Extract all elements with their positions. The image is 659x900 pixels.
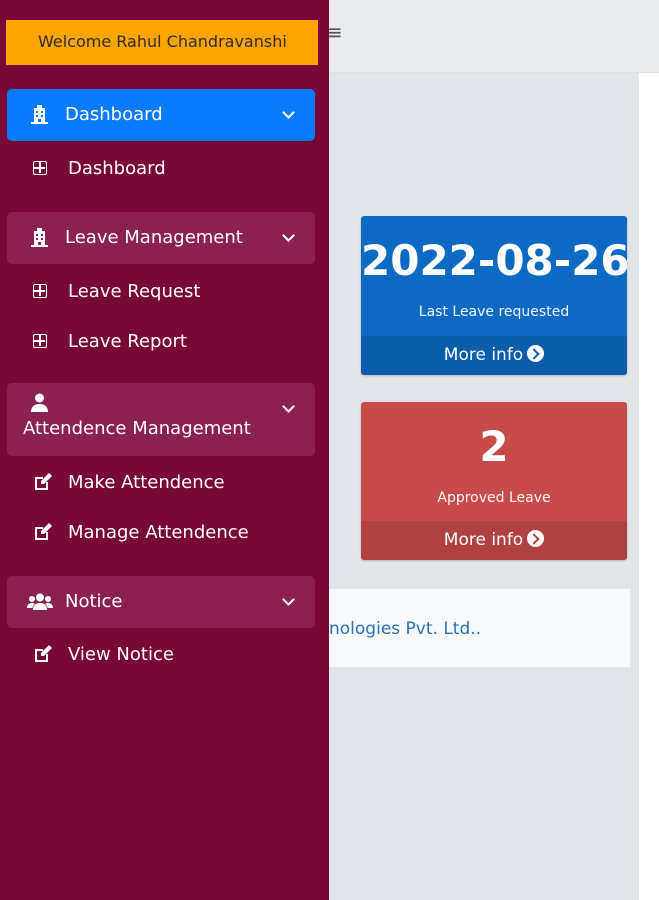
last-leave-value: 2022-08-26	[361, 236, 627, 285]
nav-item-label: View Notice	[68, 644, 174, 665]
more-info-label: More info	[443, 345, 524, 365]
edit-icon	[35, 645, 52, 662]
users-icon	[27, 593, 53, 610]
plus-square-icon	[33, 334, 47, 348]
chevron-down-icon	[282, 593, 295, 606]
last-leave-box: 2022-08-26 Last Leave requested More inf…	[361, 216, 627, 375]
last-leave-more-info-link[interactable]: More info	[361, 336, 627, 375]
user-icon	[31, 393, 48, 412]
nav-item-label: Dashboard	[68, 158, 166, 179]
nav-group-label: Attendence Management	[23, 418, 251, 439]
approved-leave-more-info-link[interactable]: More info	[361, 521, 627, 560]
nav-item-label: Make Attendence	[68, 472, 225, 493]
arrow-circle-right-icon	[527, 345, 545, 362]
sidebar: Welcome Rahul Chandravanshi Dashboard Da…	[0, 0, 329, 900]
welcome-banner: Welcome Rahul Chandravanshi	[6, 20, 318, 65]
building-icon	[31, 105, 48, 124]
approved-leave-caption: Approved Leave	[437, 490, 551, 506]
content-edge	[639, 73, 659, 900]
edit-icon	[35, 473, 52, 490]
nav-group-label: Dashboard	[65, 104, 163, 125]
footer-company-link[interactable]: nologies Pvt. Ltd..	[329, 619, 481, 639]
nav-group-dashboard[interactable]: Dashboard	[7, 89, 315, 141]
nav-group-label: Leave Management	[65, 227, 243, 248]
more-info-label: More info	[443, 530, 524, 550]
nav-item-label: Manage Attendence	[68, 522, 249, 543]
nav-group-notice[interactable]: Notice	[7, 576, 315, 628]
welcome-text: Welcome Rahul Chandravanshi	[38, 32, 287, 51]
arrow-circle-right-icon	[527, 530, 545, 547]
nav-group-leave-management[interactable]: Leave Management	[7, 212, 315, 264]
chevron-down-icon	[282, 106, 295, 119]
nav-item-label: Leave Report	[68, 331, 187, 352]
nav-group-attendence-management[interactable]: Attendence Management	[7, 383, 315, 456]
plus-square-icon	[33, 284, 47, 298]
approved-leave-box: 2 Approved Leave More info	[361, 402, 627, 560]
nav-group-label: Notice	[65, 591, 123, 612]
edit-icon	[35, 523, 52, 540]
chevron-down-icon	[282, 400, 295, 413]
building-icon	[31, 228, 48, 247]
footer: nologies Pvt. Ltd..	[328, 588, 631, 668]
last-leave-caption: Last Leave requested	[418, 304, 570, 320]
plus-square-icon	[33, 161, 47, 175]
approved-leave-value: 2	[479, 422, 509, 471]
chevron-down-icon	[282, 229, 295, 242]
nav-item-label: Leave Request	[68, 281, 201, 302]
